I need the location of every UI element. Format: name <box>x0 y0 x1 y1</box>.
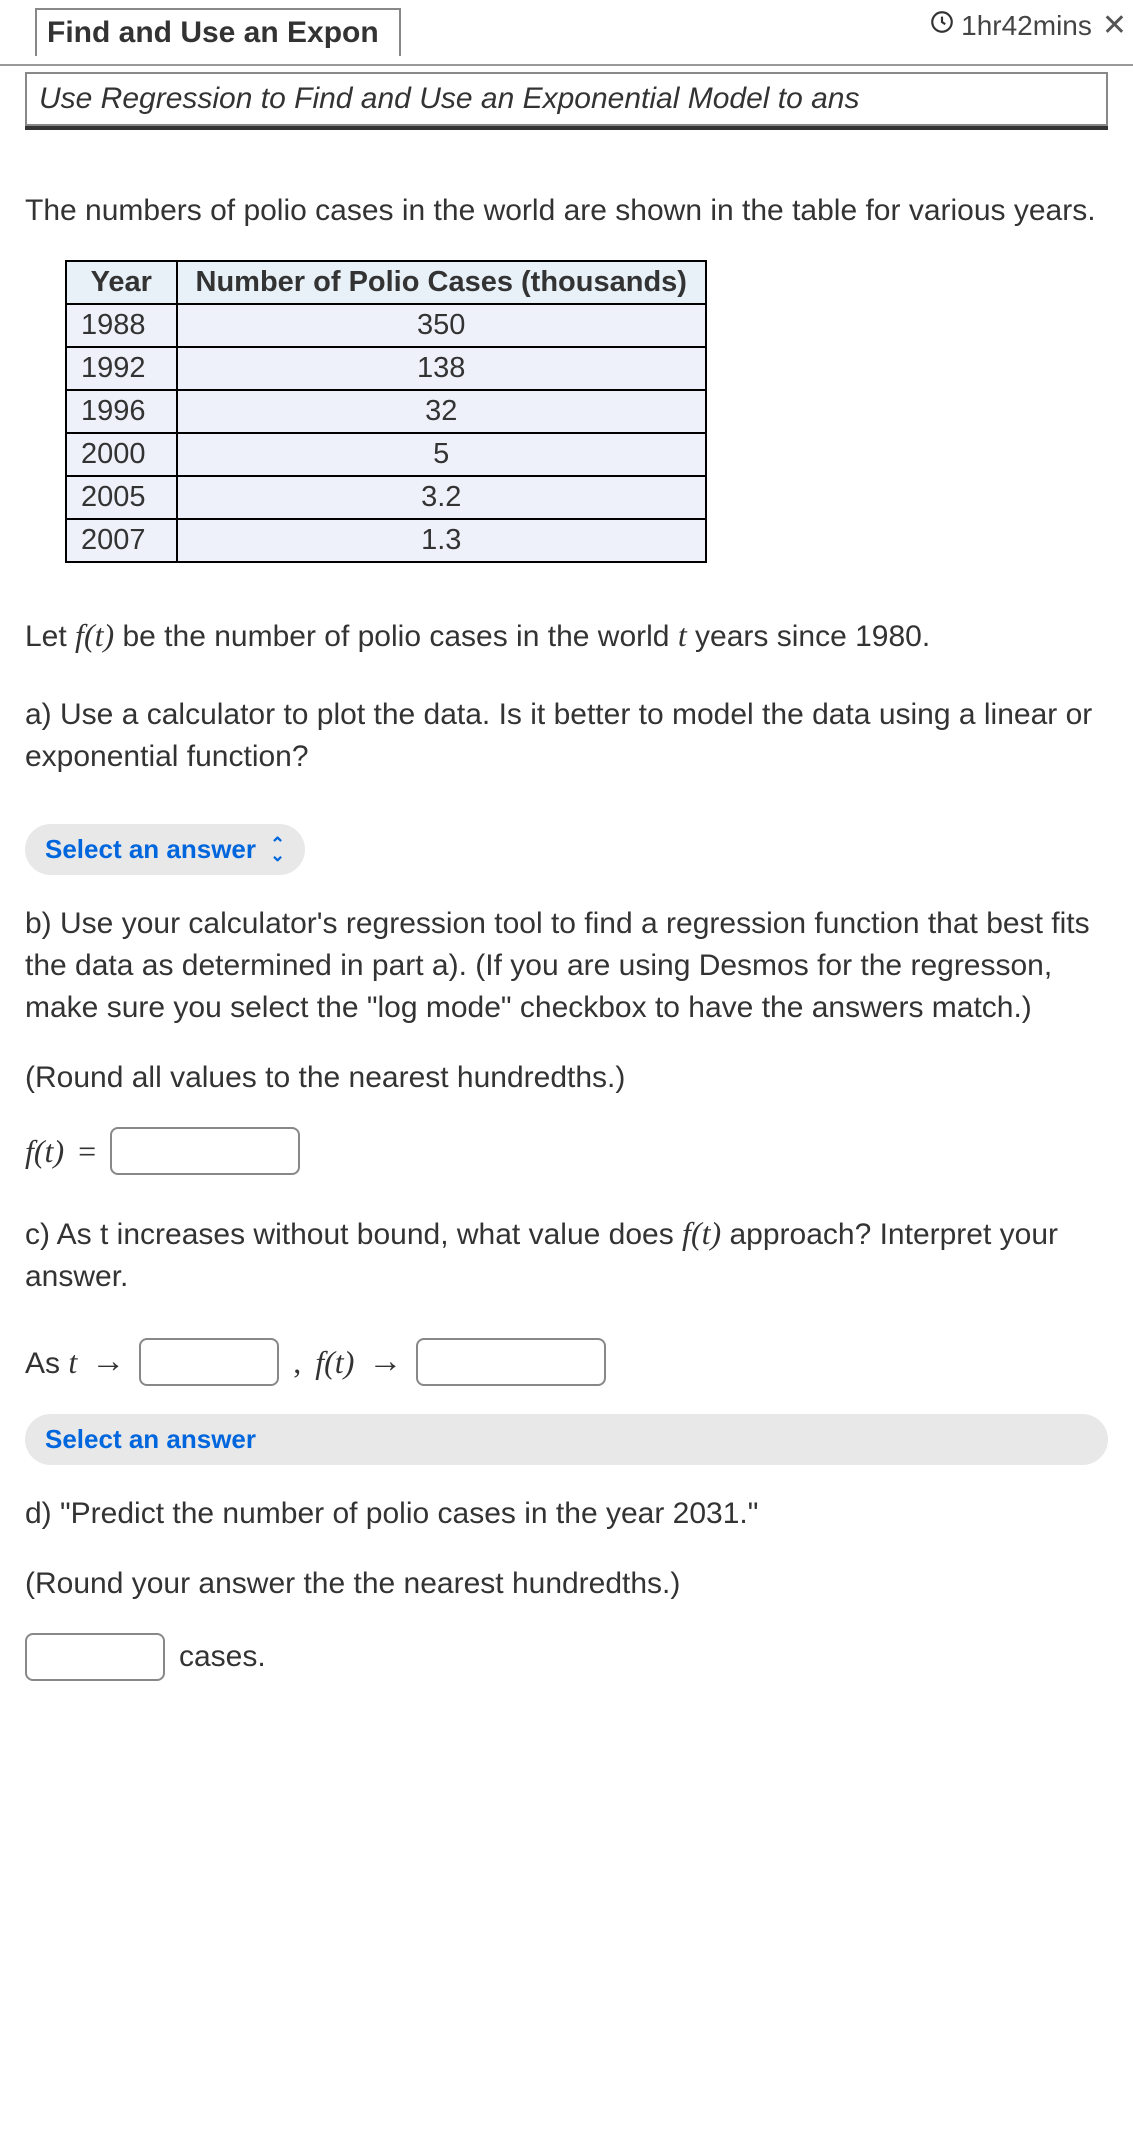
table-row: 20005 <box>66 433 706 476</box>
col-cases: Number of Polio Cases (thousands) <box>177 261 706 304</box>
comma: , <box>293 1344 301 1381</box>
timer-widget: 1hr42mins ✕ <box>923 6 1133 45</box>
polio-data-table: Year Number of Polio Cases (thousands) 1… <box>65 260 707 563</box>
ft-equation-row: f(t) = <box>25 1127 1108 1175</box>
subtab[interactable]: Use Regression to Find and Use an Expone… <box>25 72 1108 126</box>
close-icon[interactable]: ✕ <box>1102 8 1127 43</box>
let-statement: Let f(t) be the number of polio cases in… <box>25 613 1108 658</box>
select-label: Select an answer <box>45 834 256 865</box>
part-a-text: a) Use a calculator to plot the data. Is… <box>25 694 1108 778</box>
eq-sign: = <box>78 1133 96 1170</box>
tab-title: Find and Use an Expon <box>47 16 379 49</box>
cases-row: cases. <box>25 1633 1108 1681</box>
ft-lhs: f(t) <box>25 1133 64 1170</box>
arrow-icon: → <box>91 1343 125 1381</box>
t-limit-input[interactable] <box>139 1338 279 1386</box>
select-answer-c[interactable]: Select an answer <box>25 1414 1108 1465</box>
table-row: 1992138 <box>66 347 706 390</box>
table-row: 20053.2 <box>66 476 706 519</box>
part-b-text: b) Use your calculator's regression tool… <box>25 903 1108 1029</box>
as-t-label: As t <box>25 1344 77 1381</box>
cases-label: cases. <box>179 1640 266 1674</box>
select-answer-a[interactable]: Select an answer ⌃⌄ <box>25 824 305 875</box>
table-row: 199632 <box>66 390 706 433</box>
subtab-text: Use Regression to Find and Use an Expone… <box>39 82 859 115</box>
table-row: 20071.3 <box>66 519 706 562</box>
cases-input[interactable] <box>25 1633 165 1681</box>
part-c-text: c) As t increases without bound, what va… <box>25 1211 1108 1298</box>
arrow-icon: → <box>368 1343 402 1381</box>
table-row: 1988350 <box>66 304 706 347</box>
col-year: Year <box>66 261 177 304</box>
ft-input[interactable] <box>110 1127 300 1175</box>
clock-icon <box>929 9 955 42</box>
limit-row: As t → , f(t) → <box>25 1338 1108 1386</box>
round-d-text: (Round your answer the the nearest hundr… <box>25 1563 1108 1605</box>
intro-text: The numbers of polio cases in the world … <box>25 190 1108 232</box>
tab-main[interactable]: Find and Use an Expon <box>35 8 401 56</box>
updown-icon: ⌃⌄ <box>270 839 285 861</box>
ft-label: f(t) <box>315 1344 354 1381</box>
ft-limit-input[interactable] <box>416 1338 606 1386</box>
part-d-text: d) "Predict the number of polio cases in… <box>25 1493 1108 1535</box>
select-label: Select an answer <box>45 1424 256 1455</box>
timer-text: 1hr42mins <box>961 10 1092 42</box>
round-b-text: (Round all values to the nearest hundred… <box>25 1057 1108 1099</box>
